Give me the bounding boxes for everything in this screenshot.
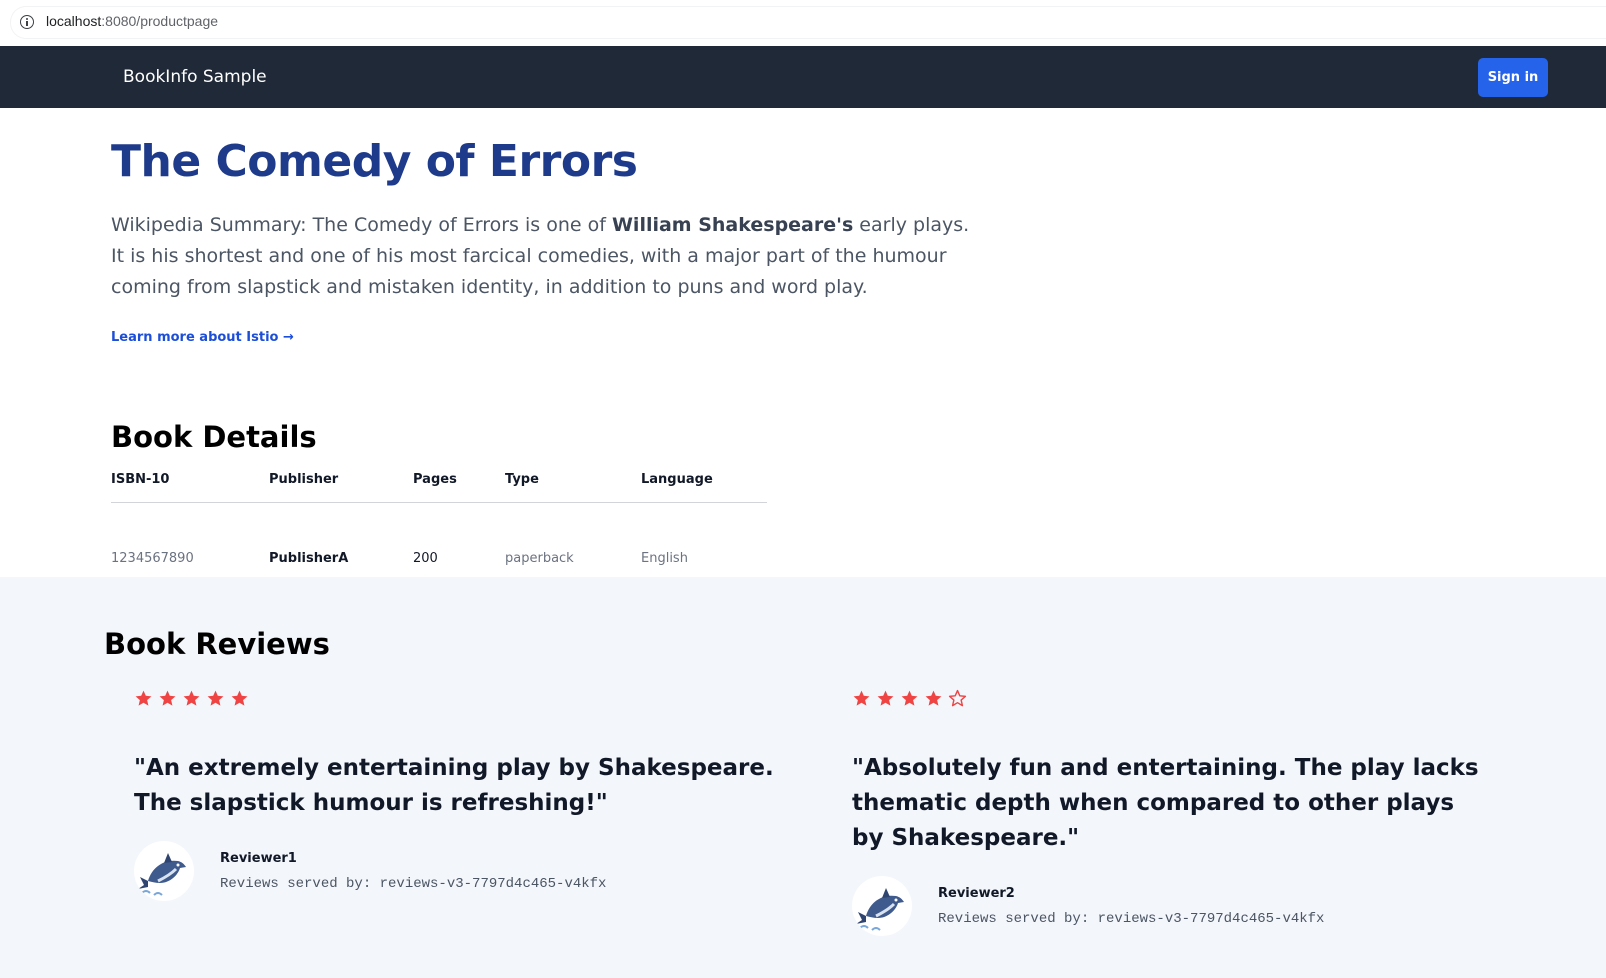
star-filled-icon [134,689,153,708]
review-card: "An extremely entertaining play by Shake… [134,689,784,901]
header-language: Language [641,472,713,487]
reviewer-name: Reviewer2 [938,886,1015,901]
star-filled-icon [852,689,871,708]
review-text: "Absolutely fun and entertaining. The pl… [852,755,1479,851]
reviewer-info: Reviewer1 Reviews served by: reviews-v3-… [134,841,784,901]
served-by-text: Reviews served by: reviews-v3-7797d4c465… [938,911,1325,927]
star-filled-icon [900,689,919,708]
learn-more-link[interactable]: Learn more about Istio → [111,330,294,345]
top-navbar: BookInfo Sample Sign in [0,46,1606,108]
url-field[interactable] [10,6,1606,39]
browser-address-bar: localhost:8080/productpage [0,0,1606,46]
value-type: paperback [505,551,574,566]
star-filled-icon [206,689,225,708]
sign-in-button[interactable]: Sign in [1478,58,1548,97]
dolphin-icon [852,876,912,936]
star-filled-icon [230,689,249,708]
url-path: :8080/productpage [101,13,219,29]
header-type: Type [505,472,539,487]
star-filled-icon [924,689,943,708]
star-filled-icon [876,689,895,708]
site-info-icon[interactable] [20,15,34,29]
star-rating [852,689,1502,713]
value-isbn: 1234567890 [111,551,194,566]
value-pages: 200 [413,551,438,566]
star-empty-icon [948,689,967,708]
url-host: localhost [46,13,102,29]
table-header-row: ISBN-10 Publisher Pages Type Language [111,465,767,503]
value-language: English [641,551,688,566]
page-title: The Comedy of Errors [111,136,638,187]
review-card: "Absolutely fun and entertaining. The pl… [852,689,1502,936]
summary-prefix: Wikipedia Summary: The Comedy of Errors … [111,214,612,236]
served-by-text: Reviews served by: reviews-v3-7797d4c465… [220,876,607,892]
value-publisher: PublisherA [269,551,349,566]
book-summary: Wikipedia Summary: The Comedy of Errors … [111,210,971,303]
book-details-heading: Book Details [111,420,317,454]
book-details-table: ISBN-10 Publisher Pages Type Language 12… [111,465,767,566]
brand-title[interactable]: BookInfo Sample [123,67,267,87]
review-text: "An extremely entertaining play by Shake… [134,755,774,816]
table-row: 1234567890 PublisherA 200 paperback Engl… [111,503,767,566]
url-text[interactable]: localhost:8080/productpage [46,13,218,29]
star-filled-icon [182,689,201,708]
reviewer-info: Reviewer2 Reviews served by: reviews-v3-… [852,876,1502,936]
header-publisher: Publisher [269,472,339,487]
book-reviews-heading: Book Reviews [104,627,330,661]
reviewer-name: Reviewer1 [220,851,297,866]
dolphin-icon [134,841,194,901]
star-filled-icon [158,689,177,708]
reviews-section: Book Reviews "An extremely entertaining … [0,577,1606,978]
header-pages: Pages [413,472,457,487]
summary-author: William Shakespeare's [611,214,854,236]
star-rating [134,689,784,713]
header-isbn: ISBN-10 [111,472,170,487]
